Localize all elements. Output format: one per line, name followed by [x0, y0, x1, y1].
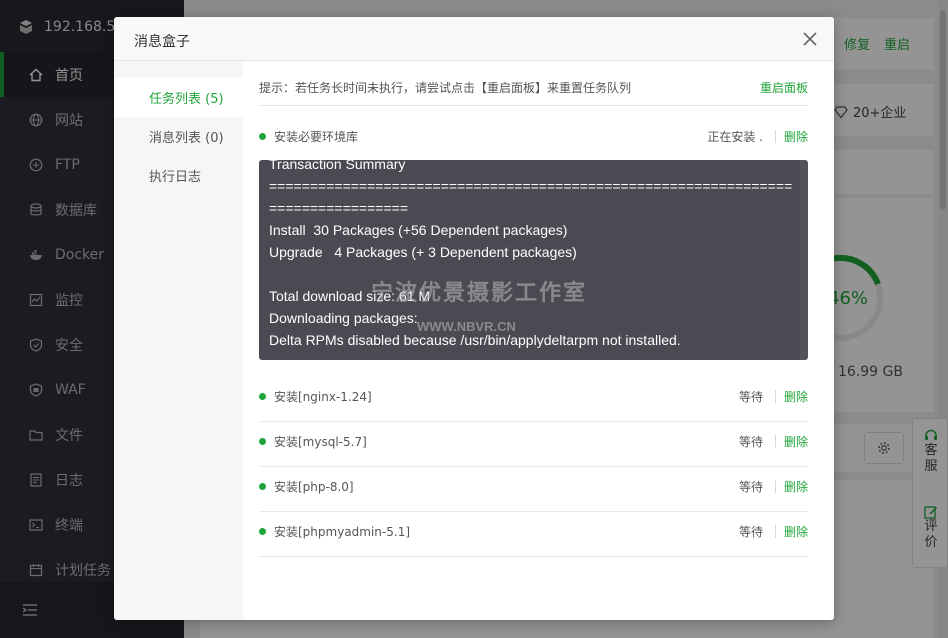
divider	[259, 105, 808, 106]
delete-task-button[interactable]: 删除	[784, 523, 808, 540]
close-icon[interactable]	[798, 27, 822, 51]
separator	[775, 480, 776, 493]
task-status: 正在安装 .	[707, 130, 763, 144]
dialog-side-menu: 任务列表 (5) 消息列表 (0) 执行日志	[114, 61, 243, 620]
task-status: 等待	[738, 525, 763, 539]
separator	[775, 390, 776, 403]
task-status: 等待	[738, 390, 763, 404]
tip-row: 提示：若任务长时间未执行，请尝试点击【重启面板】来重置任务队列 重启面板	[259, 79, 808, 103]
task-name: 安装[php-8.0]	[274, 480, 354, 494]
status-dot	[259, 133, 266, 140]
task-row: 安装[mysql-5.7] 等待 删除	[259, 422, 808, 467]
task-row: 安装[php-8.0] 等待 删除	[259, 467, 808, 512]
task-name: 安装必要环境库	[274, 130, 359, 144]
console-line: ========================================…	[269, 178, 793, 194]
tab-message-list[interactable]: 消息列表 (0)	[114, 117, 243, 156]
task-row: 安装必要环境库 正在安装 . 删除	[259, 117, 808, 157]
watermark-text: 宁波优景摄影工作室	[371, 280, 588, 305]
console-line: Downloading packages:	[269, 310, 418, 326]
console-line: Install 30 Packages (+56 Dependent packa…	[269, 222, 568, 238]
delete-task-button[interactable]: 删除	[784, 478, 808, 495]
dialog-header: 消息盒子	[114, 17, 834, 61]
status-dot	[259, 438, 266, 445]
watermark-url: WWW.NBVR.CN	[417, 319, 516, 334]
task-name: 安装[mysql-5.7]	[274, 435, 367, 449]
console-line: Upgrade 4 Packages (+ 3 Dependent packag…	[269, 244, 577, 260]
task-name: 安装[phpmyadmin-5.1]	[274, 525, 411, 539]
delete-task-button[interactable]: 删除	[784, 433, 808, 450]
task-status: 等待	[738, 435, 763, 449]
tip-text: 提示：若任务长时间未执行，请尝试点击【重启面板】来重置任务队列	[259, 81, 632, 95]
tab-label: 任务列表 (5)	[149, 92, 224, 107]
row-divider	[259, 556, 808, 557]
task-name: 安装[nginx-1.24]	[274, 390, 372, 404]
separator	[775, 435, 776, 448]
status-dot	[259, 393, 266, 400]
delete-task-button[interactable]: 删除	[784, 388, 808, 405]
task-row: 安装[nginx-1.24] 等待 删除	[259, 377, 808, 422]
status-dot	[259, 528, 266, 535]
status-dot	[259, 483, 266, 490]
console-line: Transaction Summary	[269, 160, 406, 172]
task-status: 等待	[738, 480, 763, 494]
task-list-panel: 提示：若任务长时间未执行，请尝试点击【重启面板】来重置任务队列 重启面板 安装必…	[259, 61, 808, 620]
tab-execution-log[interactable]: 执行日志	[114, 156, 243, 195]
console-scrollbar[interactable]	[800, 160, 808, 360]
delete-task-button[interactable]: 删除	[784, 128, 808, 145]
tab-label: 执行日志	[149, 170, 202, 185]
console-line: Delta RPMs disabled because /usr/bin/app…	[269, 332, 681, 348]
separator	[775, 525, 776, 538]
message-box-dialog: 消息盒子 任务列表 (5) 消息列表 (0) 执行日志 提示：若任务长时间未执行…	[114, 17, 834, 620]
tab-task-list[interactable]: 任务列表 (5)	[114, 78, 243, 117]
tab-label: 消息列表 (0)	[149, 131, 224, 146]
task-row: 安装[phpmyadmin-5.1] 等待 删除	[259, 512, 808, 557]
separator	[775, 130, 776, 143]
restart-panel-link[interactable]: 重启面板	[760, 79, 808, 96]
dialog-title: 消息盒子	[134, 34, 190, 50]
install-console-output[interactable]: Transaction Summary ====================…	[259, 160, 808, 360]
console-line: =================	[269, 200, 408, 216]
